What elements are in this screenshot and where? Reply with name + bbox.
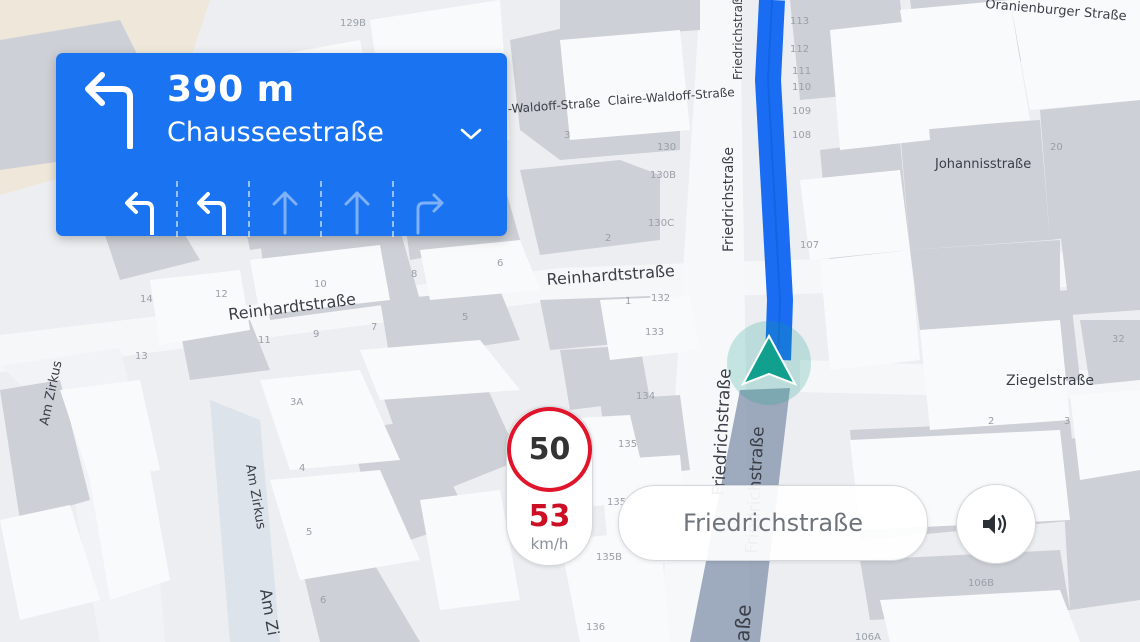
turn-left-icon [85,72,133,149]
svg-text:13: 13 [135,351,148,362]
svg-text:14: 14 [140,294,153,305]
svg-text:129B: 129B [340,18,366,29]
maneuver-panel[interactable]: 390 m Chausseestraße [56,53,507,237]
svg-text:10: 10 [314,279,327,290]
svg-text:2: 2 [605,233,611,244]
sound-button[interactable] [956,484,1036,564]
lane-1 [106,181,176,237]
svg-text:20: 20 [1050,142,1063,153]
chevron-down-icon[interactable] [458,125,484,143]
svg-text:8: 8 [411,269,417,280]
lane-3 [248,181,320,237]
svg-text:11: 11 [258,335,271,346]
street-label-friedrichstrasse: Friedrichstraße [731,0,745,80]
svg-text:4: 4 [299,463,305,474]
svg-text:135: 135 [618,439,637,450]
svg-text:7: 7 [371,322,377,333]
street-label-johannisstrasse: Johannisstraße [934,157,1031,172]
svg-text:134: 134 [636,391,655,402]
speed-unit: km/h [530,535,569,553]
svg-text:3: 3 [1064,416,1070,427]
lane-4 [320,181,392,237]
svg-text:130: 130 [657,142,676,153]
current-street-name: Friedrichstraße [618,485,928,561]
lane-straight-arrow-icon [344,191,370,235]
svg-text:110: 110 [792,82,811,93]
lane-left-arrow-icon [125,192,154,235]
svg-text:133: 133 [645,327,664,338]
svg-text:132: 132 [651,293,670,304]
svg-text:9: 9 [313,329,319,340]
speed-widget: 50 53 km/h [506,406,593,566]
street-label-ziegelstrasse: Ziegelstraße [1006,373,1094,389]
street-label-friedrichstrasse: aße [730,604,756,642]
svg-text:113: 113 [790,16,809,27]
lane-2 [176,181,248,237]
street-label-friedrichstrasse: Friedrichstraße [721,147,737,252]
maneuver-street-name: Chausseestraße [167,117,384,148]
svg-text:6: 6 [320,595,326,606]
svg-text:136: 136 [586,622,605,633]
lane-right-arrow-icon [416,193,444,235]
svg-text:1: 1 [625,296,631,307]
maneuver-distance: 390 m [167,69,295,110]
speaker-icon [983,514,1007,534]
svg-text:32: 32 [1112,334,1125,345]
lane-straight-arrow-icon [272,191,298,235]
lane-left-arrow-icon [197,192,226,235]
lane-5 [392,181,464,237]
svg-text:130C: 130C [648,218,674,229]
svg-text:111: 111 [792,66,811,77]
svg-text:107: 107 [800,240,819,251]
svg-text:5: 5 [306,527,312,538]
speed-limit-sign: 50 [507,407,592,492]
svg-text:112: 112 [790,44,809,55]
svg-text:108: 108 [792,130,811,141]
lane-guidance [106,181,470,237]
current-speed: 53 [528,499,571,534]
svg-text:109: 109 [792,106,811,117]
svg-text:3A: 3A [290,397,303,408]
svg-text:106A: 106A [855,632,881,642]
svg-text:12: 12 [215,289,228,300]
svg-text:6: 6 [497,258,503,269]
svg-text:3: 3 [564,130,570,141]
svg-text:106B: 106B [968,578,994,589]
svg-text:135B: 135B [596,552,622,563]
svg-text:5: 5 [462,312,468,323]
svg-text:130B: 130B [650,170,676,181]
svg-text:2: 2 [988,416,994,427]
